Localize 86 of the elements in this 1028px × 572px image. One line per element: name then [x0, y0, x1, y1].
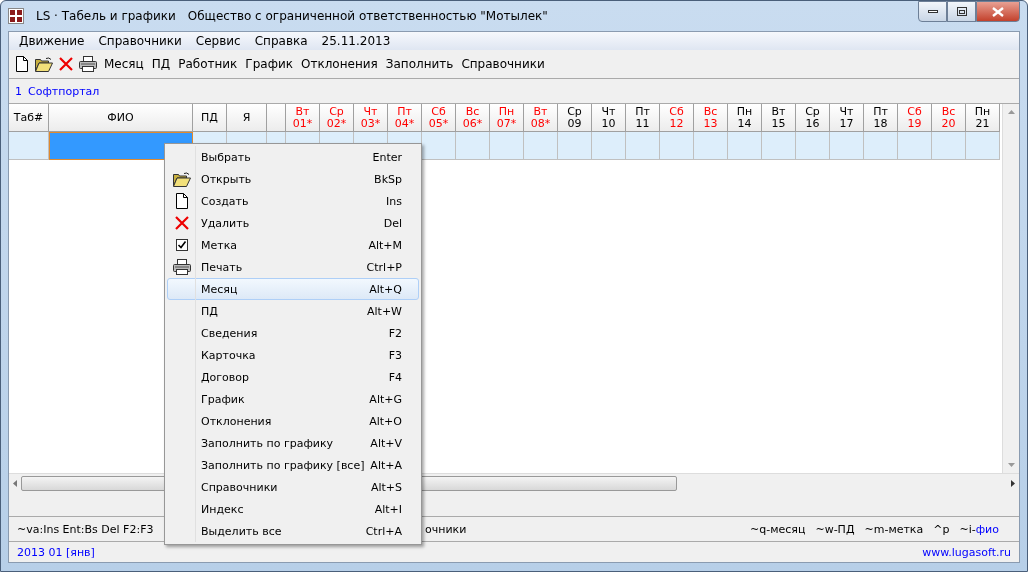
column-header: ПД [193, 104, 227, 132]
context-menu-item[interactable]: ПД Alt+W [167, 300, 419, 322]
toolbar-button[interactable]: Месяц [103, 56, 145, 72]
day-column-header: Вс 06* [456, 104, 490, 132]
day-column-header: Пн 14 [728, 104, 762, 132]
company-name[interactable]: Софтпортал [28, 84, 100, 98]
context-menu-item[interactable]: Печать Ctrl+P [167, 256, 419, 278]
checkbox-icon [176, 239, 188, 251]
delete-icon[interactable] [59, 57, 73, 71]
open-folder-icon [173, 171, 191, 187]
toolbar-button[interactable]: Отклонения [299, 56, 379, 72]
day-column-header: Сб 12 [660, 104, 694, 132]
toolbar-button[interactable]: Заполнить [384, 56, 455, 72]
menu-item[interactable]: Движение [12, 34, 92, 48]
hotkey-hint: ~va:Ins Ent:Bs Del F2:F3 [17, 522, 154, 536]
context-menu-item[interactable]: Выбрать Enter [167, 146, 419, 168]
toolbar-button[interactable]: Работник [177, 56, 239, 72]
day-column-header: Вт 15 [762, 104, 796, 132]
scroll-right-icon[interactable] [1011, 479, 1015, 487]
day-column-header: Пт 04* [388, 104, 422, 132]
context-menu-item[interactable]: Заполнить по графику Alt+V [167, 432, 419, 454]
context-menu-item[interactable]: Индекс Alt+I [167, 498, 419, 520]
day-column-header: Сб 05* [422, 104, 456, 132]
minimize-button[interactable] [918, 1, 947, 22]
day-column-header: Чт 17 [830, 104, 864, 132]
day-column-header: Ср 16 [796, 104, 830, 132]
context-menu-item[interactable]: Договор F4 [167, 366, 419, 388]
maximize-button[interactable] [947, 1, 976, 22]
app-icon [8, 8, 24, 24]
context-menu-item[interactable]: Удалить Del [167, 212, 419, 234]
context-menu-item[interactable]: Заполнить по графику [все] Alt+A [167, 454, 419, 476]
hotkey-hint: ^p [933, 522, 950, 536]
new-file-icon[interactable] [15, 56, 29, 72]
day-column-header: Чт 10 [592, 104, 626, 132]
printer-icon [173, 259, 191, 275]
day-column-header: Вт 01* [286, 104, 320, 132]
day-column-header: Ср 09 [558, 104, 592, 132]
context-menu-item[interactable]: Карточка F3 [167, 344, 419, 366]
context-menu-item[interactable]: График Alt+G [167, 388, 419, 410]
context-menu-item[interactable]: Выделить все Ctrl+A [167, 520, 419, 542]
minimize-icon [927, 9, 938, 14]
menu-item[interactable]: Сервис [188, 34, 248, 48]
period-label[interactable]: 2013 01 [янв] [17, 545, 95, 559]
day-column-header: Ср 02* [320, 104, 354, 132]
window-title: LS · Табель и графики [36, 9, 176, 23]
day-column-header: Пн 21 [966, 104, 1000, 132]
delete-icon [175, 216, 189, 230]
company-number: 1 [15, 84, 22, 98]
day-column-header: Чт 03* [354, 104, 388, 132]
day-column-header: Пт 18 [864, 104, 898, 132]
menu-item[interactable]: Справка [247, 34, 315, 48]
maximize-icon [956, 7, 967, 16]
website-link[interactable]: www.lugasoft.ru [922, 545, 1011, 559]
hotkey-hint: ~q-месяц [750, 522, 806, 536]
day-column-header: Пн 07* [490, 104, 524, 132]
hotkey-hint: ~m-метка [864, 522, 924, 536]
close-button[interactable] [976, 1, 1020, 22]
menu-item[interactable]: Справочники [91, 34, 189, 48]
day-column-header: Вс 13 [694, 104, 728, 132]
open-folder-icon[interactable] [35, 56, 53, 72]
column-header: ФИО [49, 104, 193, 132]
column-header: Я [227, 104, 267, 132]
hotkey-hint: ~w-ПД [815, 522, 855, 536]
context-menu-item[interactable]: Отклонения Alt+O [167, 410, 419, 432]
day-column-header: Вт 08* [524, 104, 558, 132]
context-menu-item[interactable]: Метка Alt+M [167, 234, 419, 256]
day-column-header: Пт 11 [626, 104, 660, 132]
new-file-icon [175, 193, 189, 209]
hotkey-hint: очники [425, 522, 467, 536]
printer-icon[interactable] [79, 56, 97, 72]
toolbar-button[interactable]: ПД [150, 56, 172, 72]
day-column-header: Сб 19 [898, 104, 932, 132]
toolbar-button[interactable]: Справочники [460, 56, 546, 72]
context-menu-item[interactable]: Справочники Alt+S [167, 476, 419, 498]
hotkey-hint: ~i-фио [959, 522, 999, 536]
toolbar-button[interactable]: График [244, 56, 294, 72]
context-menu-item[interactable]: Месяц Alt+Q [167, 278, 419, 300]
current-date: 25.11.2013 [320, 34, 392, 48]
context-menu-item[interactable]: Сведения F2 [167, 322, 419, 344]
context-menu-item[interactable]: Создать Ins [167, 190, 419, 212]
close-icon [992, 6, 1004, 17]
column-header: Таб# [9, 104, 49, 132]
organization-title: Общество с ограниченной ответственностью "Мотылек" [187, 9, 548, 23]
scroll-left-icon[interactable] [13, 479, 17, 487]
day-column-header: Вс 20 [932, 104, 966, 132]
context-menu-item[interactable]: Открыть BkSp [167, 168, 419, 190]
